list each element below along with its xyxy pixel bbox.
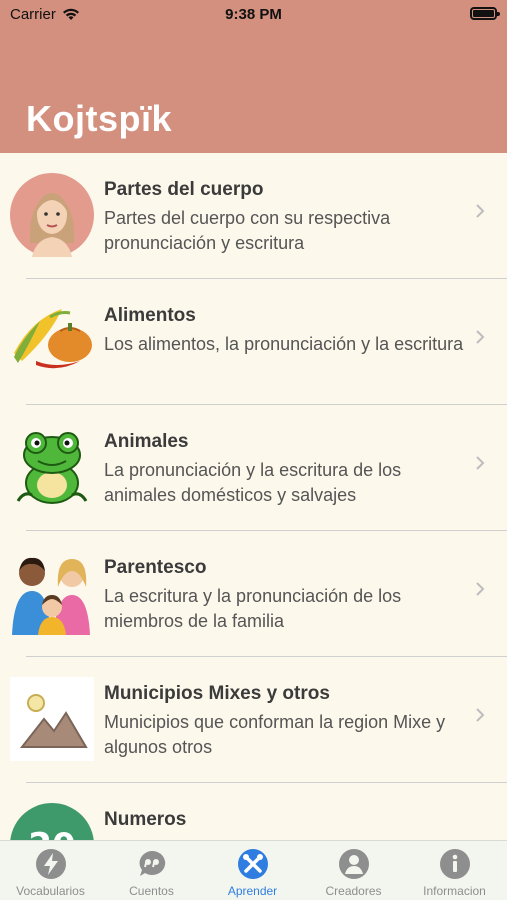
list-item-title: Parentesco — [104, 557, 207, 578]
list-item-title: Partes del cuerpo — [104, 179, 264, 200]
list-item-description: La pronunciación y la escritura de los a… — [104, 460, 402, 505]
mountains-image-icon — [10, 677, 94, 761]
list-item-description: Partes del cuerpo con su respectiva pron… — [104, 208, 391, 253]
list-item-description: Los alimentos, la pronunciación y la esc… — [104, 334, 464, 354]
tab-label: Cuentos — [129, 884, 174, 898]
bolt-icon — [35, 849, 66, 879]
list-item-numeros[interactable]: 20 Numeros — [0, 783, 507, 840]
list-item-alimentos[interactable]: Alimentos Los alimentos, la pronunciació… — [0, 279, 507, 405]
chevron-right-icon — [476, 708, 485, 722]
chevron-right-icon — [476, 330, 485, 344]
list-item-parentesco[interactable]: Parentesco La escritura y la pronunciaci… — [0, 531, 507, 657]
list-item-municipios[interactable]: Municipios Mixes y otros Municipios que … — [0, 657, 507, 783]
battery-icon — [470, 7, 500, 20]
tab-label: Creadores — [325, 884, 382, 898]
numbers-icon: 20 — [10, 803, 94, 840]
family-icon — [12, 557, 90, 635]
tools-icon — [237, 849, 268, 879]
lesson-list[interactable]: Partes del cuerpo Partes del cuerpo con … — [0, 153, 507, 840]
navigation-header: Carrier 9:38 PM Kojtspïk — [0, 0, 507, 153]
woman-face-icon — [10, 173, 94, 257]
svg-text:20: 20 — [28, 826, 75, 840]
tab-informacion[interactable]: Informacion — [404, 841, 505, 900]
list-item-title: Municipios Mixes y otros — [104, 683, 330, 704]
status-bar: Carrier 9:38 PM — [0, 0, 507, 30]
tab-label: Vocabularios — [16, 884, 85, 898]
list-item-title: Animales — [104, 431, 189, 452]
tab-label: Informacion — [423, 884, 486, 898]
tab-vocabularios[interactable]: Vocabularios — [0, 841, 101, 900]
list-item-animales[interactable]: Animales La pronunciación y la escritura… — [0, 405, 507, 531]
page-title: Kojtspïk — [26, 98, 173, 139]
frog-icon — [16, 432, 88, 504]
list-item-partes-del-cuerpo[interactable]: Partes del cuerpo Partes del cuerpo con … — [0, 153, 507, 279]
chevron-right-icon — [476, 456, 485, 470]
person-icon — [338, 849, 369, 879]
tab-label: Aprender — [227, 884, 278, 898]
quote-bubble-icon — [139, 850, 165, 876]
tab-cuentos[interactable]: Cuentos — [101, 841, 202, 900]
corn-pumpkin-icon — [14, 309, 92, 369]
tab-creadores[interactable]: Creadores — [303, 841, 404, 900]
list-item-title: Alimentos — [104, 305, 196, 326]
tab-aprender[interactable]: Aprender — [202, 841, 303, 900]
list-item-title: Numeros — [104, 809, 187, 830]
chevron-right-icon — [476, 204, 485, 218]
chevron-right-icon — [476, 582, 485, 596]
clock: 9:38 PM — [225, 6, 282, 23]
list-item-description: La escritura y la pronunciación de los m… — [104, 586, 402, 631]
tab-bar: Vocabularios Cuentos Aprender Creadores — [0, 840, 507, 900]
list-item-description: Municipios que conforman la region Mixe … — [104, 712, 446, 757]
info-icon — [439, 849, 470, 879]
